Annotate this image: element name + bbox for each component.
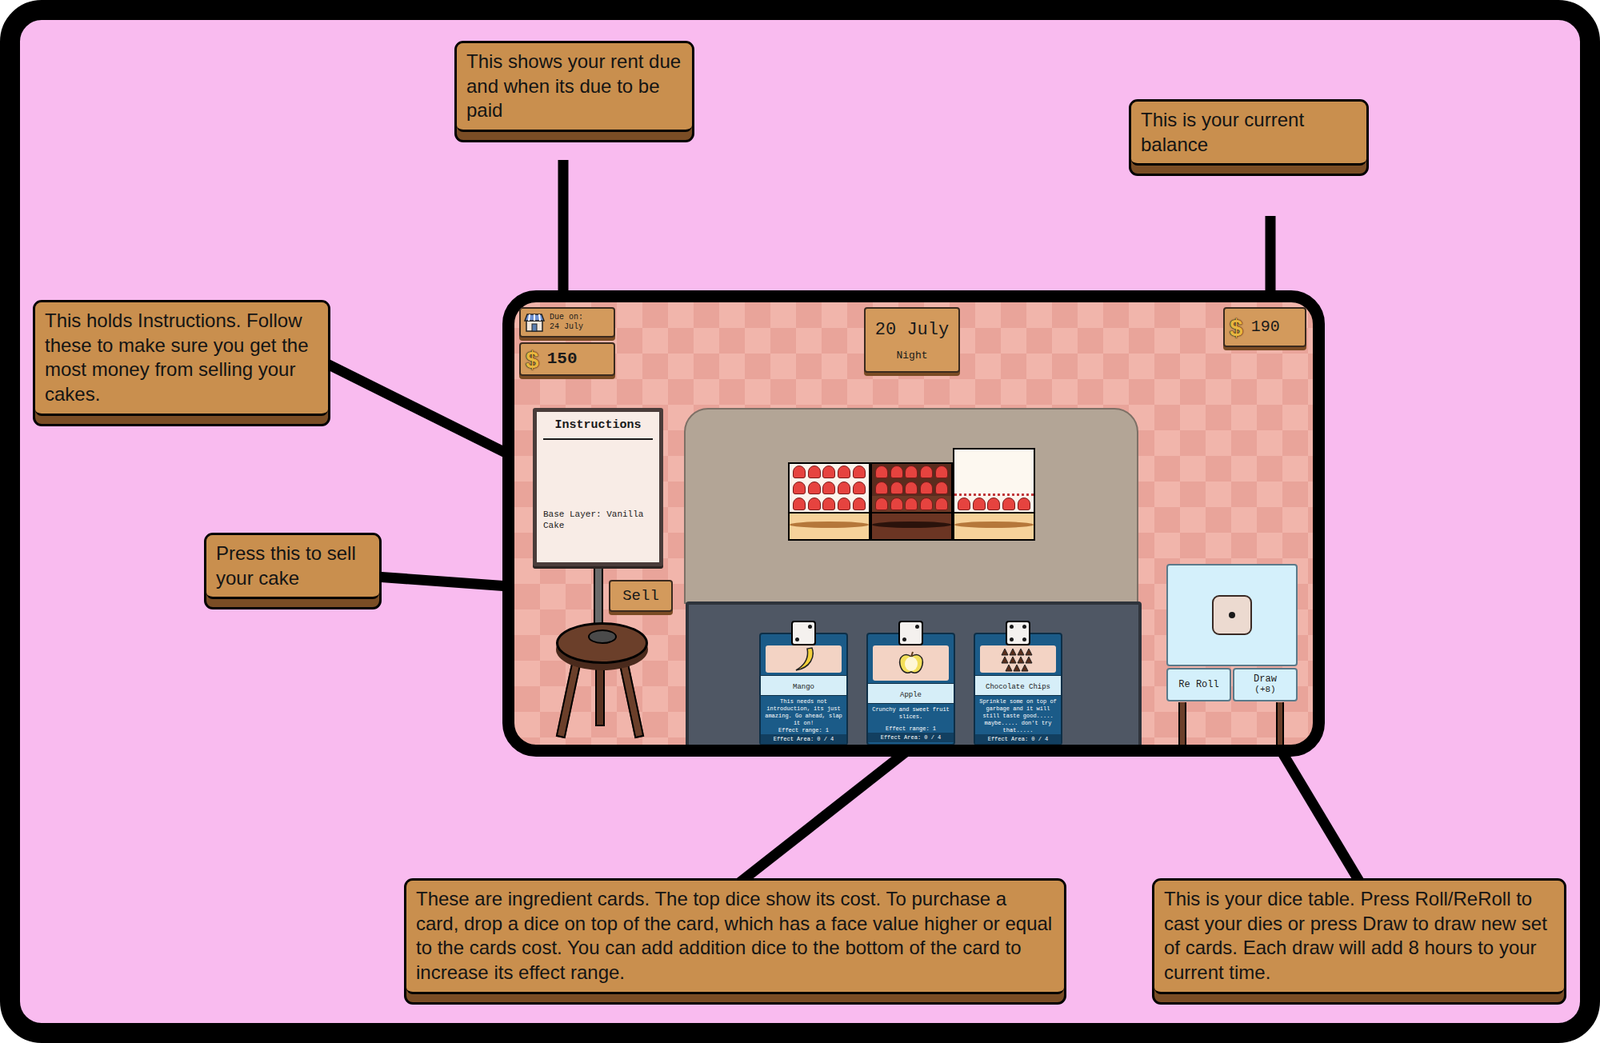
date-box: 20 July Night [864, 307, 960, 373]
card-effect-area: Effect Area: 0 / 4 [760, 734, 847, 744]
date-day: 20 July [875, 316, 949, 344]
stool-leg [618, 658, 645, 739]
dollar-icon: $ [1229, 309, 1244, 346]
card-name: Chocolate Chips [985, 683, 1051, 692]
dollar-icon: $ [525, 341, 540, 378]
callout-text: Press this to sell your cake [216, 541, 370, 591]
instructions-board: Instructions Base Layer: Vanilla Cake [532, 408, 664, 567]
mango-icon [788, 645, 820, 673]
card-name: Apple [900, 691, 922, 700]
card-description: Crunchy and sweet fruit slices. [868, 704, 954, 721]
callout-text: This is your current balance [1140, 108, 1357, 157]
sell-label: Sell [622, 584, 660, 608]
due-date: 24 July [549, 322, 584, 332]
cake [952, 448, 1036, 541]
callout-text: This is your dice table. Press Roll/ReRo… [1164, 887, 1555, 986]
card-effect-area: Effect Area: 0 / 4 [868, 732, 954, 743]
card-effect-range: Effect range: 1 [868, 725, 954, 733]
balance-box: $190 [1223, 307, 1307, 348]
game-screen: Due on:24 July$15020 JulyNight$190Instru… [502, 290, 1325, 757]
apple-icon [895, 649, 928, 677]
cost-die [1005, 620, 1031, 646]
rent-amount-box: $150 [519, 342, 616, 376]
dice-table: Re Roll Draw(+8) [1166, 564, 1298, 702]
cost-die [898, 620, 924, 646]
sell-button[interactable]: Sell [608, 580, 673, 612]
board-pole [593, 563, 604, 629]
reroll-button[interactable]: Re Roll [1166, 668, 1232, 702]
callout: This shows your rent due and when its du… [454, 40, 695, 143]
table-leg [1276, 702, 1284, 751]
ingredient-card[interactable]: Apple Crunchy and sweet fruit slices. Effe… [866, 620, 956, 746]
ingredient-card[interactable]: Mango This needs not introduction, its ju… [759, 620, 848, 746]
cake [870, 462, 953, 541]
card-effect-range: Effect range: 1 [760, 727, 847, 735]
card-effect-area: Effect Area: 0 / 4 [975, 734, 1061, 744]
balance-amount: 190 [1251, 315, 1280, 340]
button-sub: (+8) [1254, 684, 1276, 696]
button-label: Re Roll [1178, 680, 1219, 691]
card-name: Mango [792, 683, 815, 692]
stool-leg [595, 662, 605, 727]
callout: This is your current balance [1128, 99, 1369, 176]
rent-due-box: Due on:24 July [519, 307, 616, 338]
stool-leg [556, 658, 583, 739]
due-label: Due on: [549, 312, 584, 323]
callout-text: This shows your rent due and when its du… [466, 49, 683, 124]
cake-display [684, 408, 1139, 604]
button-label: Draw [1253, 674, 1277, 685]
instructions-title: Instructions [543, 416, 653, 440]
callout-text: This holds Instructions. Follow these to… [44, 308, 319, 408]
chocolate-chips-icon [998, 645, 1039, 673]
callout: This holds Instructions. Follow these to… [32, 300, 331, 427]
stool [556, 622, 648, 664]
cake [788, 462, 871, 541]
ingredient-card[interactable]: Chocolate Chips Sprinkle some on top of g… [973, 620, 1063, 746]
draw-button[interactable]: Draw(+8) [1232, 668, 1298, 702]
rent-amount: 150 [547, 346, 578, 372]
time-of-day: Night [896, 348, 928, 364]
table-leg [1178, 702, 1187, 751]
cost-die [791, 620, 816, 646]
callout: This is your dice table. Press Roll/ReRo… [1152, 878, 1567, 1005]
rolled-die[interactable] [1212, 595, 1252, 636]
instruction-line: Base Layer: Vanilla Cake [543, 508, 653, 532]
card-description: Sprinkle some on top of garbage and it w… [975, 696, 1061, 735]
callout-text: These are ingredient cards. The top dice… [416, 887, 1055, 986]
callout: These are ingredient cards. The top dice… [404, 878, 1067, 1005]
shop-icon [524, 312, 545, 332]
callout: Press this to sell your cake [204, 532, 382, 610]
card-description: This needs not introduction, its just am… [760, 696, 847, 728]
card-tray: Mango This needs not introduction, its ju… [685, 601, 1142, 757]
